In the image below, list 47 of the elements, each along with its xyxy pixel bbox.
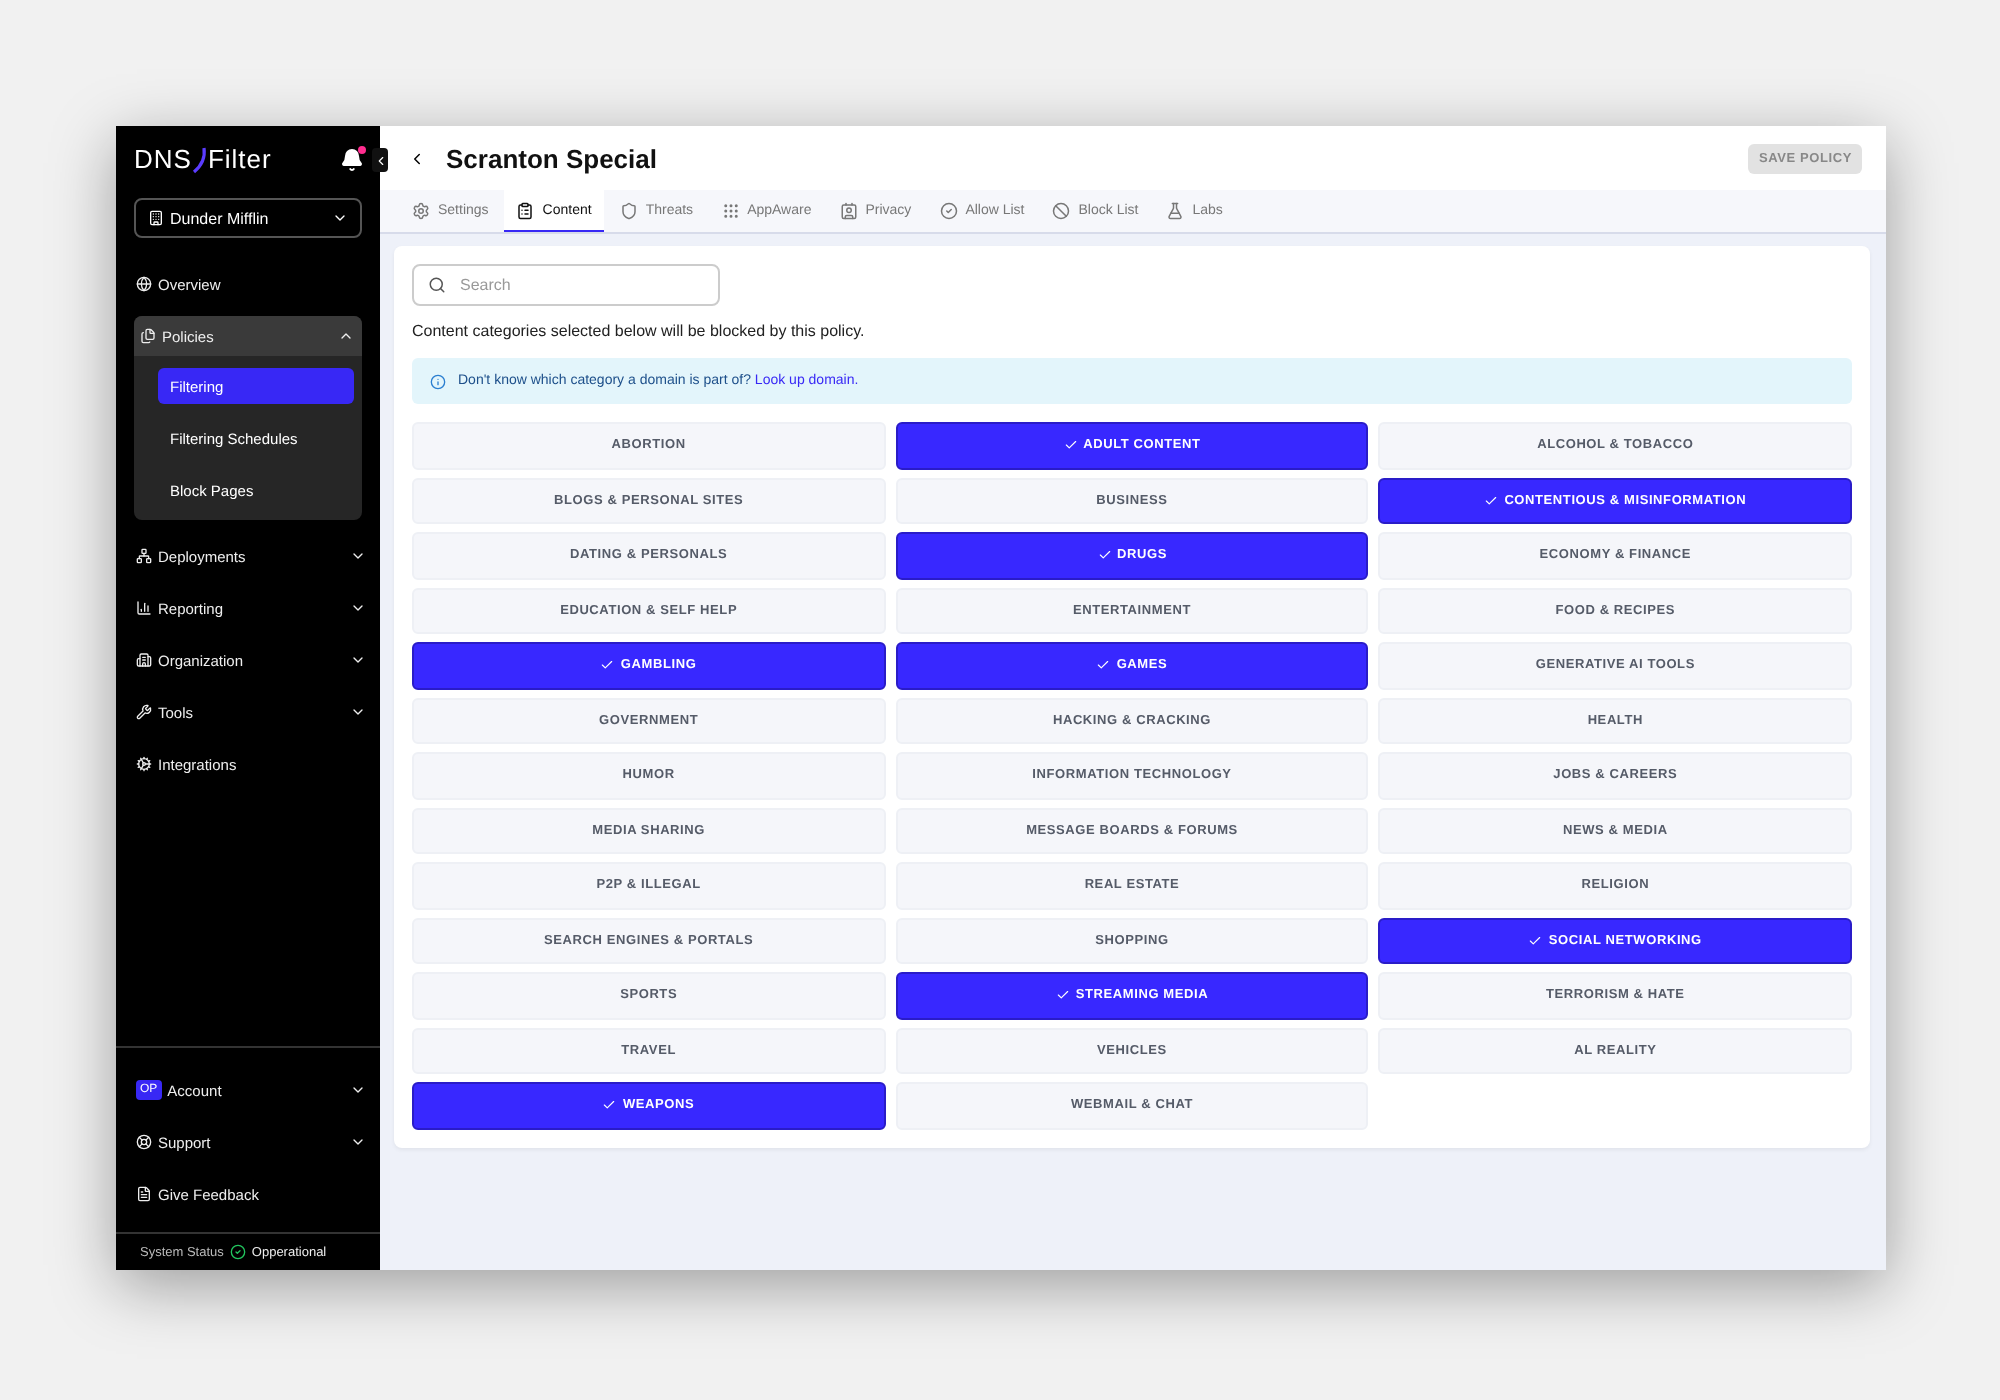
chevron-down-icon [350, 652, 366, 668]
lifebuoy-icon [136, 1134, 152, 1150]
chevron-down-icon [332, 210, 348, 226]
chevron-left-icon [373, 153, 387, 167]
gears-icon [136, 756, 152, 772]
logo: DNS Filter [134, 144, 272, 174]
organization-selector[interactable]: Dunder Mifflin [134, 198, 362, 238]
organization-name: Dunder Mifflin [170, 209, 269, 227]
page-title: Scranton Special [446, 143, 657, 173]
grid-icon [721, 201, 740, 219]
check-icon [602, 1098, 617, 1113]
chevron-up-icon [338, 328, 354, 344]
info-icon [430, 373, 446, 389]
network-icon [136, 548, 152, 564]
notification-bell-icon[interactable] [340, 147, 364, 171]
building-icon [148, 210, 164, 226]
check-icon [1063, 438, 1078, 453]
building-icon [136, 652, 152, 668]
description-text: Content categories selected below will be blocked by this policy. [412, 322, 867, 340]
globe-icon [136, 276, 152, 292]
back-icon[interactable] [408, 149, 426, 167]
check-icon [1484, 493, 1499, 508]
search-field[interactable]: Search [412, 264, 720, 306]
collapse-toggle[interactable] [372, 148, 388, 172]
shield-icon [619, 201, 638, 219]
chevron-down-icon [350, 548, 366, 564]
check-icon [1528, 933, 1543, 948]
check-icon [600, 658, 615, 673]
files-icon [140, 328, 156, 344]
chevron-down-icon [350, 704, 366, 720]
document-icon [136, 1186, 152, 1202]
chevron-down-icon [350, 600, 366, 616]
chevron-down-icon [350, 1134, 366, 1150]
clipboard-icon [516, 201, 535, 219]
flask-icon [1166, 201, 1185, 219]
check-icon [1097, 548, 1111, 563]
id-card-icon [839, 201, 858, 219]
ban-icon [1052, 201, 1071, 219]
wrench-icon [136, 704, 152, 720]
search-icon [428, 276, 446, 294]
gear-icon [412, 201, 430, 219]
chevron-down-icon [350, 1082, 366, 1098]
check-icon [1055, 988, 1070, 1003]
bar-chart-icon [136, 600, 152, 616]
check-icon [1096, 658, 1111, 673]
check-circle-icon [939, 201, 958, 219]
check-circle-icon [229, 1244, 246, 1260]
